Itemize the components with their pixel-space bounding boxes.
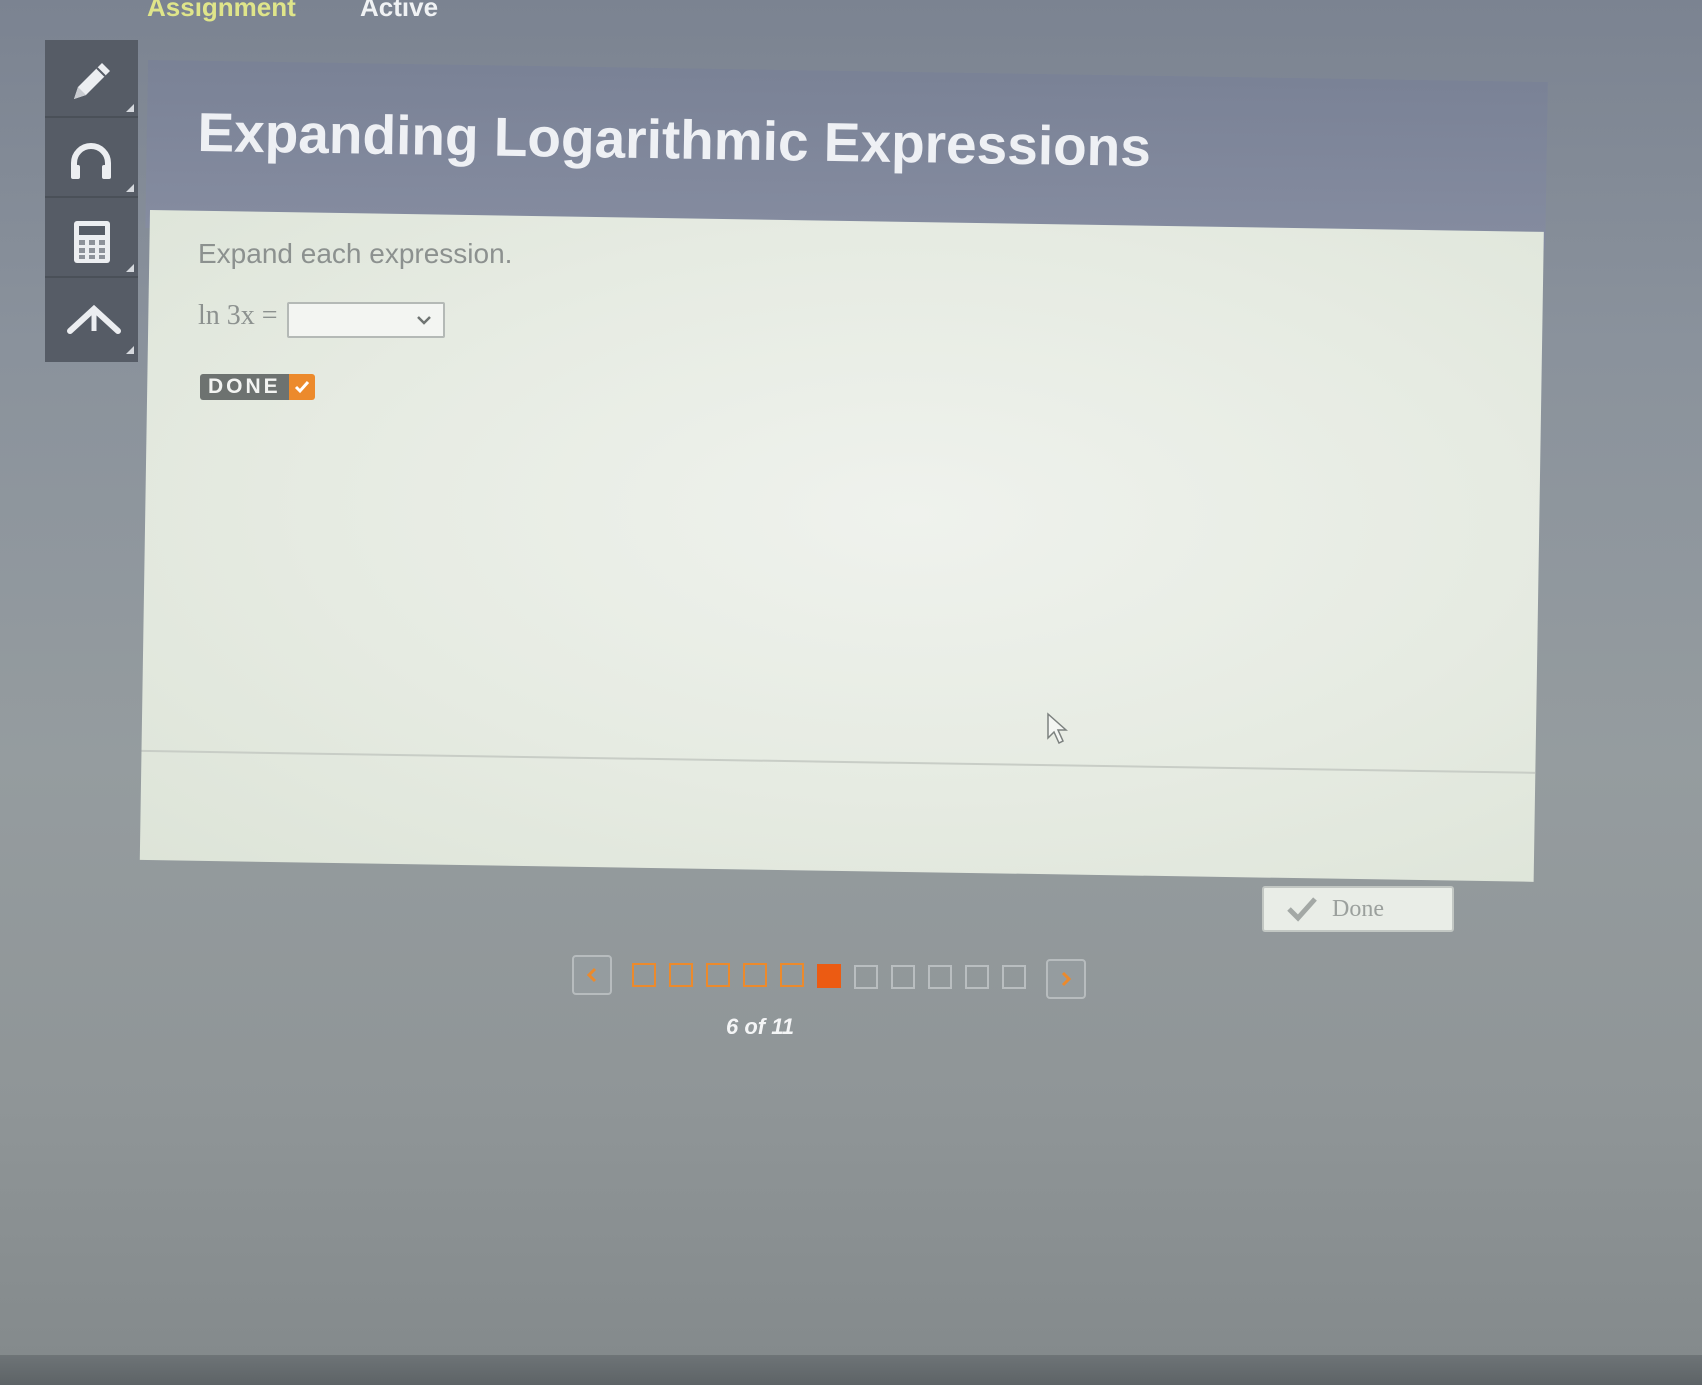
calculator-tool-button[interactable] [45,200,138,278]
collapse-up-icon [67,304,121,334]
pager-item-11[interactable] [1002,965,1026,989]
pager-item-6-current[interactable] [817,964,841,988]
answer-dropdown[interactable] [287,302,445,338]
done-status-badge: DONE [200,374,315,400]
headphones-icon [71,143,111,179]
tab-assignment[interactable]: Assignment [147,0,296,23]
check-icon [288,374,315,400]
done-button-label: Done [1332,895,1384,922]
top-bar: Assignment Active [0,0,1702,30]
footer-divider [141,749,1536,774]
question-progress-label: 6 of 11 [725,1014,795,1039]
tool-menu-corner-icon [126,346,134,354]
pager-item-8[interactable] [891,965,915,989]
chevron-down-icon [417,316,431,325]
tool-menu-corner-icon [126,184,134,192]
calculator-icon [74,221,110,263]
pager-item-7[interactable] [854,965,878,989]
pager-item-5[interactable] [780,963,804,987]
tool-sidebar [45,40,138,362]
pager-item-1[interactable] [632,963,656,987]
done-badge-label: DONE [200,374,289,400]
pager-item-4[interactable] [743,963,767,987]
question-instruction: Expand each expression. [198,238,513,269]
checkmark-icon [1287,897,1317,922]
arrow-left-icon [586,967,597,983]
question-pager [572,955,1092,999]
tab-active[interactable]: Active [360,0,438,23]
done-button[interactable]: Done [1262,886,1454,932]
mouse-cursor-icon [1047,712,1068,745]
arrow-right-icon [1061,971,1072,987]
pager-item-3[interactable] [706,963,730,987]
next-question-button[interactable] [1046,959,1086,999]
collapse-tool-button[interactable] [45,280,138,358]
audio-tool-button[interactable] [45,120,138,198]
pencil-tool-button[interactable] [45,40,138,118]
pencil-icon [74,63,110,99]
tool-menu-corner-icon [126,104,134,112]
equation-label: ln 3x = [198,300,278,331]
monitor-bottom-edge [0,1355,1702,1385]
pager-item-10[interactable] [965,965,989,989]
tool-menu-corner-icon [126,264,134,272]
previous-question-button[interactable] [572,955,612,995]
pager-item-9[interactable] [928,965,952,989]
pager-item-2[interactable] [669,963,693,987]
